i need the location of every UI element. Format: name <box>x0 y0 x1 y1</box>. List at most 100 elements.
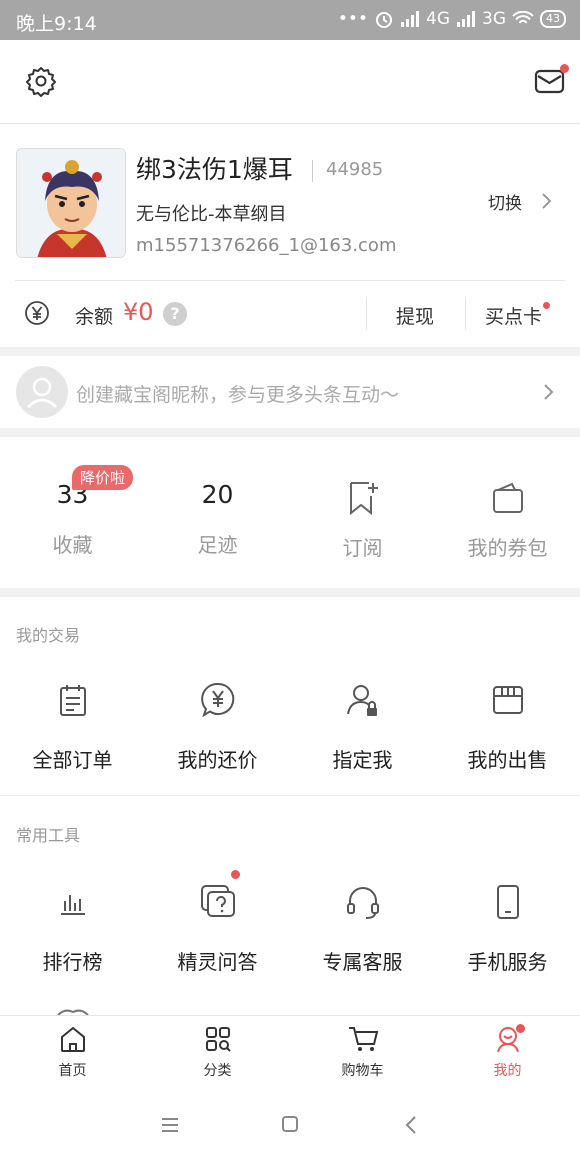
tab-home[interactable]: 首页 <box>0 1024 145 1080</box>
switch-account-button[interactable]: 切换 <box>484 184 564 218</box>
id-separator <box>312 160 313 182</box>
footprints-label: 足迹 <box>197 533 238 557</box>
price-drop-badge: 降价啦 <box>72 465 134 490</box>
section-gap <box>0 588 580 597</box>
all-orders-button[interactable]: 全部订单 <box>0 680 145 775</box>
create-nickname-row[interactable]: 创建藏宝阁昵称，参与更多头条互动～ <box>0 356 580 428</box>
divider <box>15 280 565 281</box>
home-icon <box>60 1026 85 1052</box>
back-icon[interactable] <box>404 1115 418 1135</box>
category-icon <box>205 1027 231 1052</box>
bar-chart-icon <box>0 882 145 922</box>
status-bar: 晚上9:14 ••• 4G 3G 43 <box>0 0 580 40</box>
nickname: 绑3法伤1爆耳 <box>136 155 293 184</box>
switch-label: 切换 <box>488 194 522 214</box>
yen-bubble-icon <box>145 680 290 720</box>
server-name: 无与伦比-本草纲目 <box>136 204 287 225</box>
stat-subscriptions[interactable]: 订阅 <box>290 478 435 573</box>
elf-qa-dot <box>231 870 240 879</box>
chevron-right-icon <box>544 384 554 400</box>
leaderboard-button[interactable]: 排行榜 <box>0 882 145 977</box>
designated-me-label: 指定我 <box>332 748 393 772</box>
wallet-icon <box>435 478 580 518</box>
section-gap <box>0 347 580 356</box>
account-email: m15571376266_1@163.com <box>136 235 397 256</box>
stat-coupons[interactable]: 我的券包 <box>435 478 580 573</box>
help-icon[interactable]: ? <box>163 302 187 326</box>
menu-icon[interactable] <box>160 1117 180 1133</box>
balance-value: ¥0 <box>123 298 154 326</box>
coupons-label: 我的券包 <box>467 536 548 560</box>
cart-icon <box>348 1027 378 1051</box>
home-square-icon[interactable] <box>281 1115 299 1133</box>
tools-section-title: 常用工具 <box>16 826 81 845</box>
elf-qa-button[interactable]: 精灵问答 <box>145 870 290 977</box>
signal-icon-2 <box>457 11 475 27</box>
bottom-tab-bar: 首页 分类 购物车 我的 <box>0 1015 580 1090</box>
subscriptions-label: 订阅 <box>342 536 383 560</box>
withdraw-button[interactable]: 提现 <box>396 302 434 329</box>
phone-service-button[interactable]: 手机服务 <box>435 882 580 977</box>
shop-icon <box>435 680 580 720</box>
divider <box>366 298 367 330</box>
tab-mine-dot <box>516 1024 525 1033</box>
network-3g: 3G <box>482 9 506 29</box>
my-sales-button[interactable]: 我的出售 <box>435 680 580 775</box>
buy-card-dot <box>543 302 550 309</box>
stat-footprints[interactable]: 20 足迹 <box>145 480 290 570</box>
create-nickname-hint: 创建藏宝阁昵称，参与更多头条互动～ <box>76 384 400 406</box>
wifi-icon <box>512 11 534 24</box>
tab-cart[interactable]: 购物车 <box>290 1024 435 1080</box>
tab-cart-label: 购物车 <box>341 1063 384 1079</box>
designated-me-button[interactable]: 指定我 <box>290 680 435 775</box>
question-bubble-icon <box>145 882 290 922</box>
stat-favorites[interactable]: 33 收藏 <box>0 480 145 570</box>
status-icons: ••• 4G 3G 43 <box>338 9 566 29</box>
phone-service-label: 手机服务 <box>467 950 548 974</box>
gear-icon <box>26 67 56 97</box>
status-time: 晚上9:14 <box>16 13 97 35</box>
alarm-icon <box>376 12 392 28</box>
yen-circle-icon <box>25 301 49 325</box>
section-gap <box>0 428 580 437</box>
my-counteroffer-label: 我的还价 <box>177 748 258 772</box>
trade-section-title: 我的交易 <box>16 626 81 645</box>
battery-level: 43 <box>540 10 566 28</box>
user-lock-icon <box>290 680 435 720</box>
settings-button[interactable] <box>24 64 58 102</box>
message-dot <box>560 64 569 73</box>
tab-mine-label: 我的 <box>493 1063 522 1079</box>
customer-service-label: 专属客服 <box>322 950 403 974</box>
tab-category-label: 分类 <box>203 1063 232 1079</box>
tab-mine[interactable]: 我的 <box>435 1024 580 1080</box>
customer-service-button[interactable]: 专属客服 <box>290 882 435 977</box>
tab-home-label: 首页 <box>58 1063 87 1079</box>
system-nav-bar <box>0 1090 580 1160</box>
footprints-count: 20 <box>201 480 234 509</box>
buy-card-button[interactable]: 买点卡 <box>485 302 542 329</box>
character-avatar-icon <box>17 149 125 257</box>
divider <box>465 298 466 330</box>
status-dots: ••• <box>337 9 368 29</box>
network-4g: 4G <box>426 9 450 29</box>
signal-icon <box>401 11 419 27</box>
headset-icon <box>290 882 435 922</box>
my-sales-label: 我的出售 <box>467 748 548 772</box>
all-orders-label: 全部订单 <box>32 748 113 772</box>
chevron-right-icon <box>542 193 552 209</box>
elf-qa-label: 精灵问答 <box>177 950 258 974</box>
favorites-label: 收藏 <box>52 533 93 557</box>
user-id: 44985 <box>326 159 384 180</box>
default-avatar-icon <box>16 366 68 418</box>
tab-category[interactable]: 分类 <box>145 1024 290 1080</box>
my-counteroffer-button[interactable]: 我的还价 <box>145 680 290 775</box>
balance-label: 余额 <box>75 306 114 328</box>
phone-icon <box>435 882 580 922</box>
bookmark-plus-icon <box>290 478 435 518</box>
avatar[interactable] <box>16 148 126 258</box>
message-button[interactable] <box>534 64 569 100</box>
order-icon <box>0 680 145 720</box>
divider <box>0 795 580 796</box>
leaderboard-label: 排行榜 <box>42 950 103 974</box>
page-header <box>0 40 580 124</box>
